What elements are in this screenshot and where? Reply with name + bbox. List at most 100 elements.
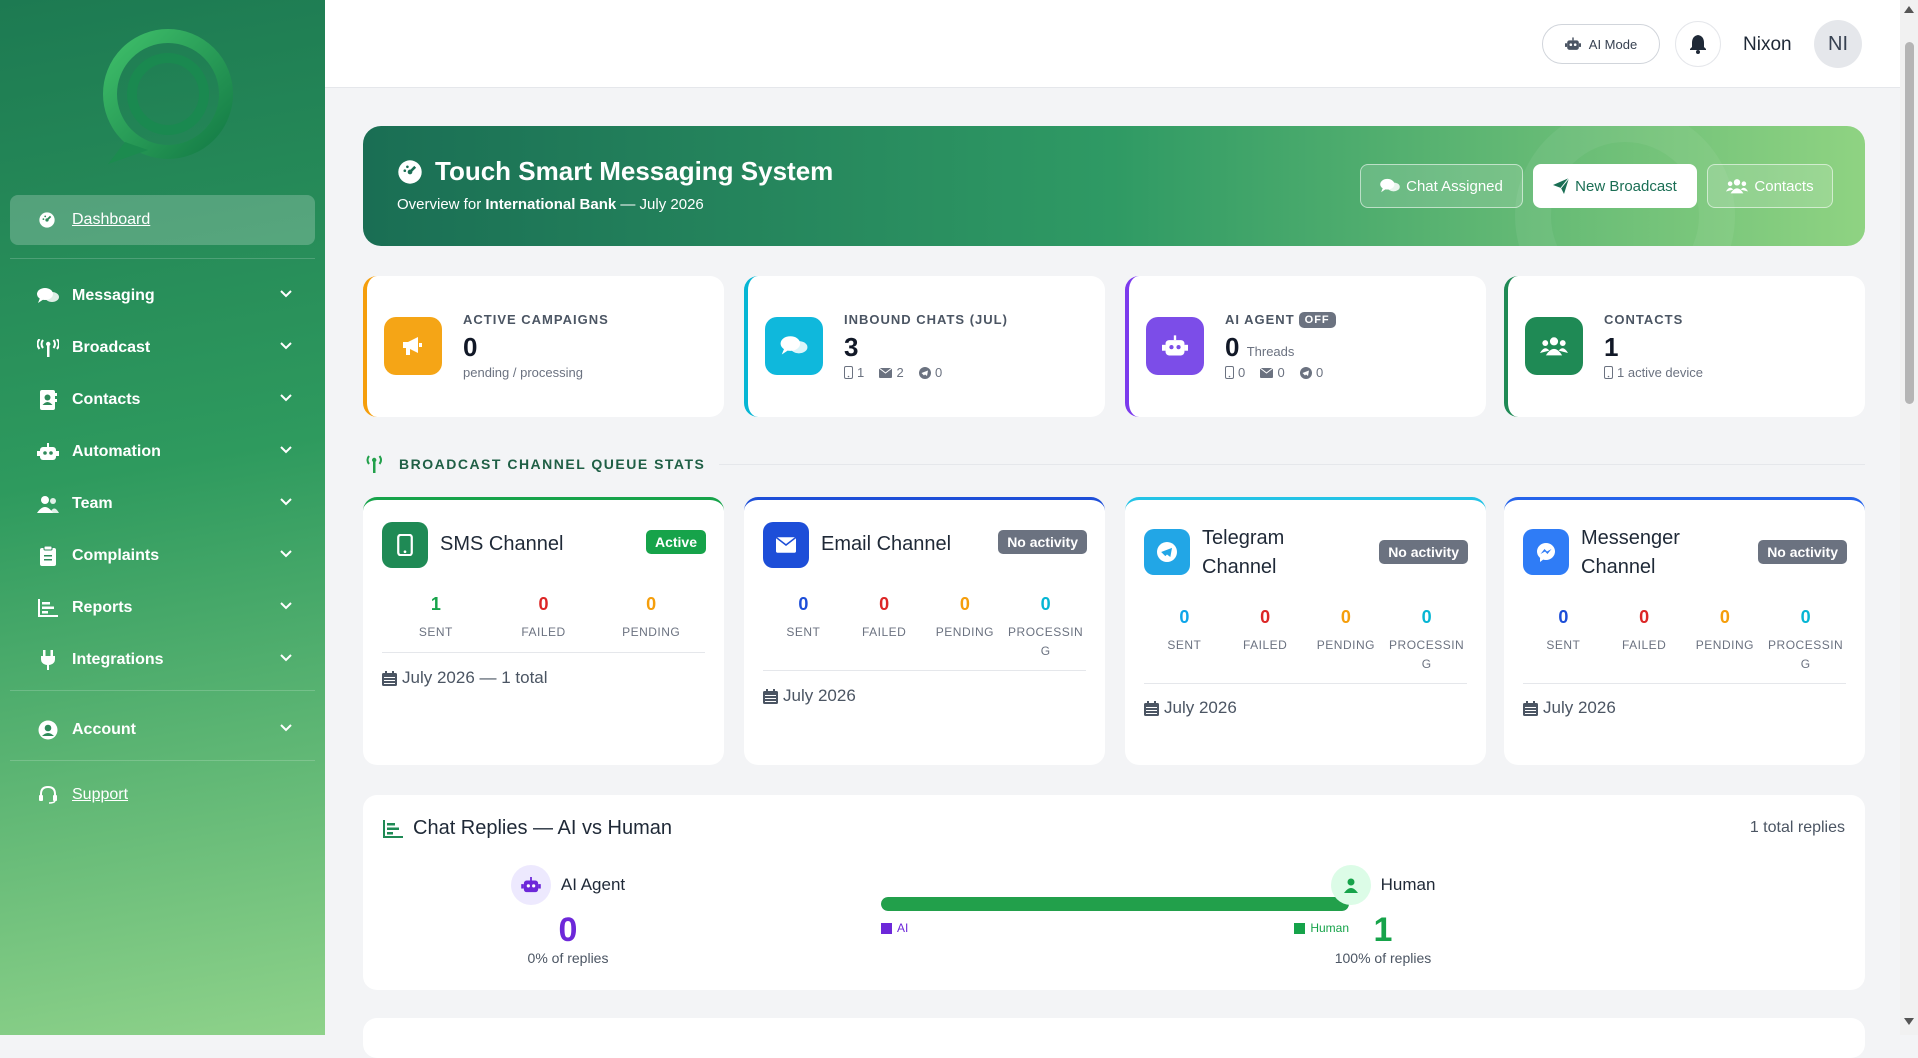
sidebar-item-dashboard[interactable]: Dashboard [10,195,315,245]
section-header-queue-stats: BROADCAST CHANNEL QUEUE STATS [363,452,1865,476]
stat-card-active-campaigns[interactable]: ACTIVE CAMPAIGNS 0 pending / processing [363,276,724,417]
channel-card-email[interactable]: Email Channel No activity 0 SENT 0 FAILED … [744,497,1105,765]
sidebar-item-complaints[interactable]: Complaints [10,534,315,578]
sidebar-item-label: Integrations [72,651,164,668]
stat-sent: 0 SENT [763,594,844,661]
stat-value-number: 0 [1225,332,1240,362]
scrollbar[interactable] [1900,0,1918,1035]
stat-card-ai-agent[interactable]: AI AGENT OFF 0 Threads 0 0 0 [1125,276,1486,417]
chevron-down-icon [280,550,292,558]
scroll-thumb[interactable] [1905,42,1914,404]
stat-title: ACTIVE CAMPAIGNS [463,312,609,327]
avatar[interactable]: NI [1814,20,1862,68]
contacts-button[interactable]: Contacts [1707,164,1833,208]
sidebar-item-label: Reports [72,599,133,616]
chevron-down-icon [280,394,292,402]
processing-label: PROCESSING [1768,638,1844,671]
sidebar-item-broadcast[interactable]: Broadcast [10,326,315,370]
status-badge: No activity [1758,540,1847,564]
scroll-up-arrow[interactable] [1904,6,1914,13]
failed-count: 0 [538,594,549,614]
sms-count: 0 [1238,365,1246,380]
sidebar-item-messaging[interactable]: Messaging [10,274,315,318]
divider [10,760,315,761]
stat-title: CONTACTS [1604,312,1684,327]
ai-reply-count: 0 [558,911,578,949]
failed-count: 0 [1260,607,1271,627]
active-devices: 1 active device [1617,365,1703,380]
stat-value-unit: Threads [1246,344,1295,359]
user-icon [1330,865,1371,905]
stat-failed: 0 FAILED [1604,607,1685,674]
sms-count: 1 [857,365,865,380]
ai-agent-header: AI Agent [493,865,643,905]
chevron-down-icon [280,290,292,298]
subtitle-suffix: — July 2026 [620,196,704,213]
page-subtitle: Overview for International Bank — July 2… [397,196,704,213]
calendar-icon [1144,700,1159,716]
mobile-icon [1225,366,1234,379]
broadcast-tower-icon [36,339,60,357]
user-name[interactable]: Nixon [1743,34,1792,56]
stat-failed: 0 FAILED [490,594,598,642]
sidebar-item-integrations[interactable]: Integrations [10,638,315,682]
users-icon [1525,317,1583,375]
stat-processing: 0 PROCESSING [1765,607,1846,674]
sidebar-item-account[interactable]: Account [10,708,315,752]
period-label: July 2026 [783,686,856,705]
channel-name-line2: Channel [1581,556,1656,578]
stat-card-contacts[interactable]: CONTACTS 1 1 active device [1504,276,1865,417]
sidebar-item-contacts[interactable]: Contacts [10,378,315,422]
divider [1144,683,1467,684]
sent-count: 0 [1179,607,1190,627]
stat-value: 0 [463,332,478,362]
sidebar-item-support[interactable]: Support [10,773,315,817]
human-header: Human [1303,865,1463,905]
calendar-icon [382,670,397,686]
clipboard-icon [36,546,60,566]
chat-assigned-button[interactable]: Chat Assigned [1360,164,1523,208]
channel-card-sms[interactable]: SMS Channel Active 1 SENT 0 FAILED 0 PENDIN… [363,497,724,765]
channel-stats: 0 SENT 0 FAILED 0 PENDING 0 PROCESSING [1144,607,1467,674]
pending-count: 0 [1340,607,1351,627]
sidebar-item-label: Support [72,786,129,803]
card-title: Chat Replies — AI vs Human [383,817,672,840]
human-share-fill [881,897,1349,911]
pending-label: PENDING [1695,638,1754,652]
channel-footer: July 2026 [1523,698,1616,718]
stat-value: 3 [844,332,859,362]
comments-icon [1380,178,1400,193]
scroll-down-arrow[interactable] [1904,1018,1914,1025]
notifications-button[interactable] [1675,21,1721,67]
sent-label: SENT [786,625,821,639]
stat-subtext: pending / processing [463,365,583,380]
human-reply-percent: 100% of replies [1334,950,1432,966]
stat-card-inbound-chats[interactable]: INBOUND CHATS (JUL) 3 1 2 0 [744,276,1105,417]
channel-name-line1: Messenger [1581,527,1680,549]
divider [1523,683,1846,684]
robot-icon [36,443,60,461]
broadcast-tower-icon [366,455,382,473]
sent-count: 0 [798,594,809,614]
org-name: International Bank [485,196,617,213]
new-broadcast-button[interactable]: New Broadcast [1533,164,1697,208]
sidebar-item-automation[interactable]: Automation [10,430,315,474]
ai-mode-button[interactable]: AI Mode [1542,24,1660,64]
stat-pending: 0 PENDING [1685,607,1766,674]
failed-count: 0 [1639,607,1650,627]
sidebar: Dashboard Messaging Broadcast Contacts A… [0,0,325,1035]
robot-icon [510,865,551,905]
sidebar-item-reports[interactable]: Reports [10,586,315,630]
legend-ai: AI [881,921,908,935]
stat-sent: 0 SENT [1144,607,1225,674]
envelope-icon [879,367,893,378]
failed-label: FAILED [1621,638,1667,652]
stat-title: AI AGENT OFF [1225,312,1336,328]
ratio-legend: AI Human [881,921,1349,935]
sidebar-item-team[interactable]: Team [10,482,315,526]
processing-count: 0 [1800,607,1811,627]
topbar: AI Mode Nixon NI [325,0,1900,88]
sidebar-item-label: Messaging [72,287,155,304]
channel-card-telegram[interactable]: Telegram Channel No activity 0 SENT 0 FAILE… [1125,497,1486,765]
channel-card-messenger[interactable]: Messenger Channel No activity 0 SENT 0 FAIL… [1504,497,1865,765]
